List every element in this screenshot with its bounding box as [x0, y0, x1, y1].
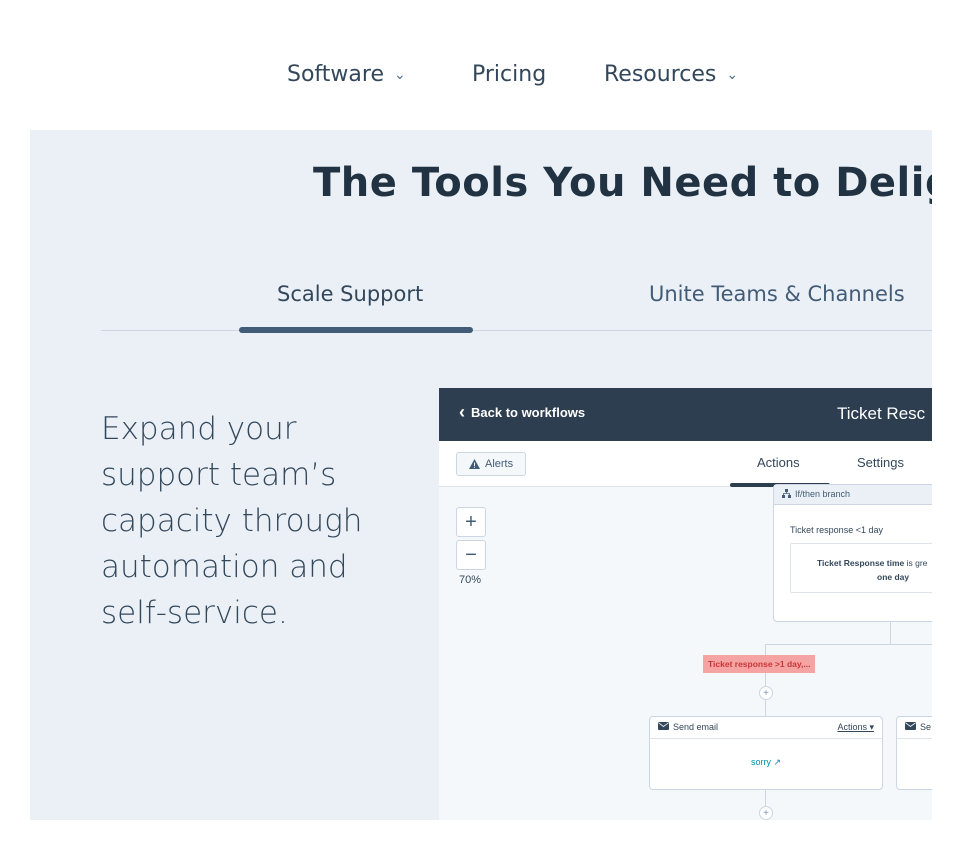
zoom-in-button[interactable]: +: [456, 507, 486, 537]
envelope-icon: [905, 722, 916, 730]
branch-path-label[interactable]: Ticket response >1 day,...: [703, 655, 816, 673]
active-tab-indicator: [239, 327, 473, 333]
email-actions-dropdown[interactable]: Actions ▾: [837, 722, 874, 733]
branch-rule-line2: one day: [877, 572, 910, 582]
feature-section: The Tools You Need to Deligh Scale Suppo…: [30, 130, 932, 820]
zoom-level: 70%: [459, 574, 482, 586]
branch-card-header: If/then branch: [774, 485, 932, 505]
alerts-label: Alerts: [485, 458, 514, 470]
branch-condition: Ticket response <1 day: [790, 525, 883, 535]
branch-rule-field: Ticket Response time: [817, 558, 905, 568]
workflow-header: ‹ Back to workflows Ticket Resc: [439, 388, 932, 441]
nav-item-resources[interactable]: Resources ⌄: [604, 62, 738, 87]
top-navigation: Software ⌄ Pricing Resources ⌄: [0, 0, 962, 130]
nav-item-software[interactable]: Software ⌄: [287, 62, 406, 87]
workflow-toolbar: Alerts Actions Settings: [439, 441, 932, 487]
warning-icon: [469, 459, 480, 469]
back-label: Back to workflows: [471, 405, 586, 420]
tab-actions[interactable]: Actions: [757, 455, 800, 470]
add-action-button[interactable]: +: [759, 686, 773, 700]
nav-item-label: Resources: [604, 62, 717, 87]
tab-unite-teams[interactable]: Unite Teams & Channels: [649, 282, 905, 306]
if-then-branch-card[interactable]: If/then branch Ticket response <1 day Ti…: [773, 484, 932, 622]
add-action-button[interactable]: +: [759, 806, 773, 820]
tabs-divider: [101, 330, 932, 331]
send-email-card[interactable]: Se: [896, 716, 932, 790]
send-email-card[interactable]: Send email Actions ▾ sorry ↗: [649, 716, 883, 790]
connector: [890, 622, 891, 644]
nav-item-pricing[interactable]: Pricing: [472, 62, 546, 87]
tab-scale-support[interactable]: Scale Support: [277, 282, 423, 306]
workflow-title: Ticket Resc: [837, 404, 926, 423]
chevron-down-icon: ⌄: [726, 66, 739, 83]
section-headline: The Tools You Need to Deligh: [313, 160, 932, 206]
page-background: [0, 820, 962, 850]
chevron-down-icon: ⌄: [393, 66, 406, 83]
nav-item-label: Software: [287, 62, 384, 87]
branch-rule-operator: is gre: [904, 558, 928, 568]
connector: [765, 644, 932, 645]
email-card-header: Se: [897, 717, 932, 739]
zoom-out-button[interactable]: −: [456, 540, 486, 570]
alerts-button[interactable]: Alerts: [456, 452, 527, 476]
feature-description: Expand your support team’s capacity thro…: [101, 411, 363, 631]
email-card-title: Se: [920, 722, 932, 732]
nav-item-label: Pricing: [472, 62, 547, 87]
email-card-title: Send email: [673, 722, 719, 732]
chevron-left-icon: ‹: [459, 402, 465, 422]
back-to-workflows-link[interactable]: ‹ Back to workflows: [459, 402, 586, 422]
branch-rule-line1: Ticket Response time is gre: [817, 558, 927, 568]
branch-header-label: If/then branch: [795, 489, 851, 499]
envelope-icon: [658, 722, 669, 730]
email-template-link[interactable]: sorry ↗: [650, 757, 882, 768]
branch-icon: [782, 489, 791, 498]
tab-settings[interactable]: Settings: [857, 455, 904, 470]
branch-rule: Ticket Response time is gre one day: [790, 543, 932, 593]
workflow-editor-preview: ‹ Back to workflows Ticket Resc Alerts A…: [439, 388, 932, 820]
